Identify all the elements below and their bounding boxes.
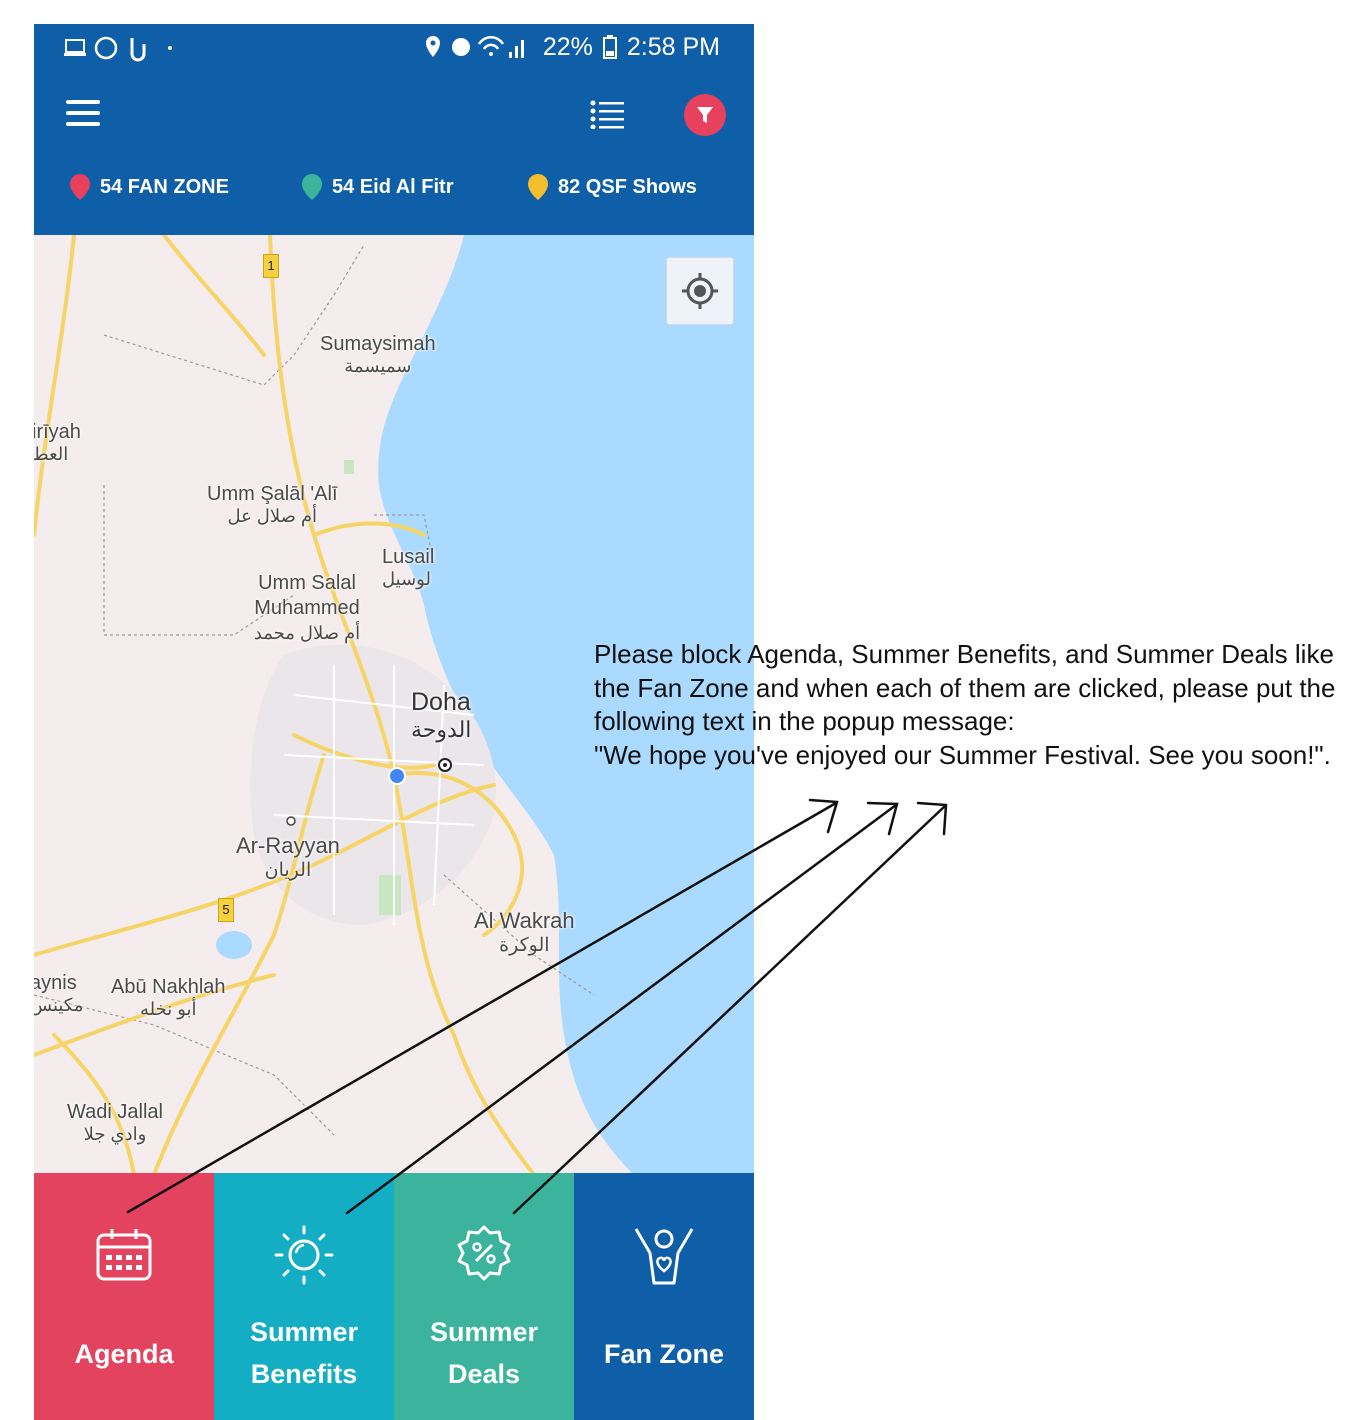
list-view-icon[interactable] — [590, 99, 624, 129]
battery-icon — [602, 35, 617, 59]
arrowhead — [866, 801, 899, 836]
place-label: Abū Nakhlah أبو نخله — [111, 976, 226, 1019]
battery-percent: 22% — [542, 32, 593, 61]
annotation-line: the Fan Zone and when each of them are c… — [594, 672, 1336, 703]
tab-summer-deals[interactable]: Summer Deals — [394, 1173, 574, 1420]
annotation-line: following text in the popup message: — [594, 706, 1015, 736]
tab-label: Benefits — [250, 1359, 358, 1389]
calendar-icon — [96, 1229, 152, 1281]
tab-agenda[interactable]: Agenda — [34, 1173, 214, 1420]
legend-fan-zone[interactable]: 54 FAN ZONE — [70, 174, 229, 200]
notification-app-icons — [64, 36, 172, 62]
system-icons — [425, 35, 524, 58]
road-shield: 1 — [263, 254, 279, 278]
arrowhead — [916, 801, 948, 836]
park — [379, 875, 401, 915]
place-label: aynis مكينس — [34, 972, 84, 1015]
park — [344, 460, 354, 474]
place-label: Lusail لوسيل — [382, 546, 435, 589]
legend-label: 82 QSF Shows — [558, 175, 697, 198]
system-status: 22% 2:58 PM — [423, 32, 720, 62]
notification-icons — [64, 34, 184, 70]
place-label: Umm Şalāl 'Alī أم صلال عل — [207, 483, 338, 526]
filter-icon — [697, 107, 713, 123]
arrowhead — [808, 798, 839, 834]
sun-icon — [274, 1225, 334, 1285]
cheering-fan-icon — [634, 1228, 694, 1285]
place-label: Sumaysimah سميسمة — [320, 333, 436, 376]
legend-label: 54 FAN ZONE — [100, 175, 229, 198]
app-toolbar — [34, 72, 754, 158]
current-location-dot — [388, 767, 406, 785]
place-label-doha: Doha الدوحة — [411, 688, 472, 742]
my-location-button[interactable] — [666, 257, 734, 325]
status-bar: 22% 2:58 PM — [34, 24, 754, 72]
red-pin-icon — [70, 174, 90, 200]
tab-summer-benefits[interactable]: Summer Benefits — [214, 1173, 394, 1420]
annotation-note: Please block Agenda, Summer Benefits, an… — [594, 638, 1354, 772]
discount-badge-icon — [457, 1225, 511, 1281]
town-marker — [286, 816, 296, 826]
place-label: Umm Salal Muhammed أم صلال محمد — [253, 572, 361, 643]
place-label: Al Wakrah الوكرة — [474, 908, 575, 956]
place-label: Wadi Jallal وادي جلا — [67, 1101, 163, 1144]
road-shield: 5 — [218, 898, 234, 922]
tab-fan-zone[interactable]: Fan Zone — [574, 1173, 754, 1420]
tab-label: Summer — [249, 1317, 359, 1347]
legend-label: 54 Eid Al Fitr — [332, 175, 454, 198]
place-label: irīyah العط — [34, 421, 81, 464]
tab-label: Agenda — [74, 1339, 174, 1369]
crosshair-icon — [682, 273, 718, 309]
place-label: Ar-Rayyan الريان — [236, 833, 340, 881]
hamburger-menu-icon[interactable] — [66, 100, 100, 126]
annotation-line: Please block Agenda, Summer Benefits, an… — [594, 639, 1334, 669]
tab-label: Summer — [429, 1317, 539, 1347]
filter-button[interactable] — [684, 94, 726, 136]
yellow-pin-icon — [528, 174, 548, 200]
category-legend: 54 FAN ZONE 54 Eid Al Fitr 82 QSF Shows — [34, 158, 754, 236]
annotation-line: "We hope you've enjoyed our Summer Festi… — [594, 739, 1331, 770]
tab-label: Fan Zone — [604, 1339, 724, 1369]
green-pin-icon — [302, 174, 322, 200]
legend-qsf-shows[interactable]: 82 QSF Shows — [528, 174, 697, 200]
lake — [216, 931, 252, 959]
legend-eid-al-fitr[interactable]: 54 Eid Al Fitr — [302, 174, 454, 200]
tab-label: Deals — [447, 1359, 521, 1389]
clock: 2:58 PM — [626, 32, 720, 61]
bottom-navigation: Agenda Summer Benefits Summer Deals Fan … — [34, 1173, 754, 1420]
